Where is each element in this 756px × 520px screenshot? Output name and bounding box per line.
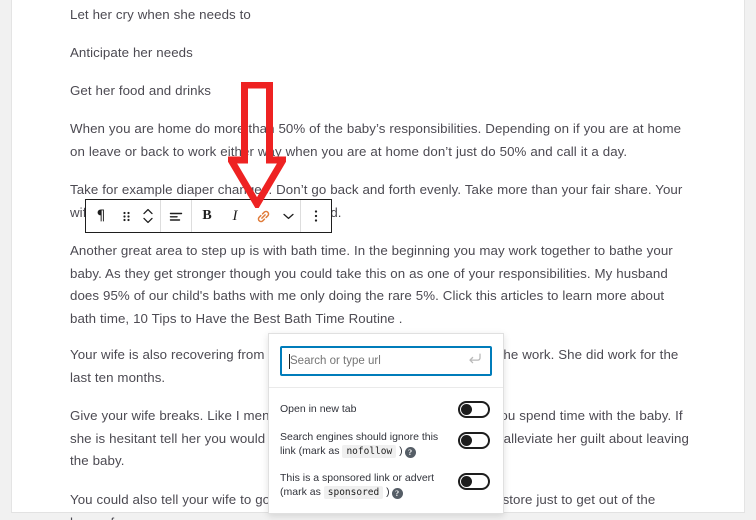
sponsored-toggle[interactable] [458,473,490,490]
alignment-group [161,200,192,232]
bold-button[interactable]: B [193,200,221,232]
chevron-down-icon [282,211,295,221]
setting-code-token: nofollow [342,445,397,458]
help-icon[interactable]: ? [404,447,416,458]
paragraph-block[interactable]: Anticipate her needs [70,42,690,65]
link-url-field[interactable] [280,346,492,376]
link-settings-list: Open in new tab Search engines should ig… [269,388,503,513]
toggle-knob [461,404,472,415]
enter-return-icon[interactable] [467,352,482,370]
setting-sponsored[interactable]: This is a sponsored link or advert (mark… [269,465,503,506]
editor-canvas[interactable]: Let her cry when she needs to Anticipate… [11,0,745,520]
link-settings-popover[interactable]: Open in new tab Search engines should ig… [268,333,504,514]
more-formats-button[interactable] [277,200,299,232]
move-up-down-button[interactable] [137,200,159,232]
setting-label-suffix: ) [383,486,390,498]
setting-label: Open in new tab [280,399,450,416]
screen: Let her cry when she needs to Anticipate… [0,0,756,520]
search-input[interactable] [290,348,467,374]
setting-label: Search engines should ignore this link (… [280,430,450,459]
setting-label-text: Open in new tab [280,403,357,415]
setting-label-suffix: ) [396,445,403,457]
paragraph-text: When you are home do more than 50% of th… [70,121,682,159]
setting-label: This is a sponsored link or advert (mark… [280,471,450,500]
help-icon[interactable]: ? [391,488,403,499]
paragraph-text: Another great area to step up is with ba… [70,243,673,326]
italic-button[interactable]: I [221,200,249,232]
align-left-icon [168,209,184,223]
setting-open-in-new-tab[interactable]: Open in new tab [269,393,503,424]
setting-code-token: sponsored [323,486,384,499]
toggle-knob [461,476,472,487]
drag-handle-button[interactable] [115,200,137,232]
paragraph-block[interactable]: Get her food and drinks [70,80,690,103]
bold-icon: B [202,208,212,223]
block-toolbar[interactable]: ¶ B I [85,199,332,233]
paragraph-block[interactable]: Let her cry when she needs to [70,4,690,27]
italic-icon: I [232,207,238,224]
toggle-knob [461,435,472,446]
options-group [301,200,331,232]
drag-dots-icon [121,209,132,224]
paragraph-block-type-button[interactable]: ¶ [87,200,115,232]
vertical-ellipsis-icon [313,208,319,224]
paragraph-text: Get her food and drinks [70,83,212,98]
link-button[interactable] [249,200,277,232]
text-caret [289,354,290,369]
setting-nofollow[interactable]: Search engines should ignore this link (… [269,424,503,465]
paragraph-pilcrow-icon: ¶ [96,208,106,224]
nofollow-toggle[interactable] [458,432,490,449]
paragraph-block[interactable]: When you are home do more than 50% of th… [70,118,690,163]
link-search-row [269,334,503,388]
link-chain-icon [255,208,272,225]
paragraph-block[interactable]: Another great area to step up is with ba… [70,240,690,330]
more-options-button[interactable] [302,200,330,232]
align-text-button[interactable] [162,200,190,232]
open-in-new-tab-toggle[interactable] [458,401,490,418]
paragraph-text: Let her cry when she needs to [70,7,251,22]
block-type-group: ¶ [86,200,161,232]
chevron-up-down-icon [142,207,154,225]
paragraph-text: Anticipate her needs [70,45,193,60]
inline-format-group: B I [192,200,301,232]
